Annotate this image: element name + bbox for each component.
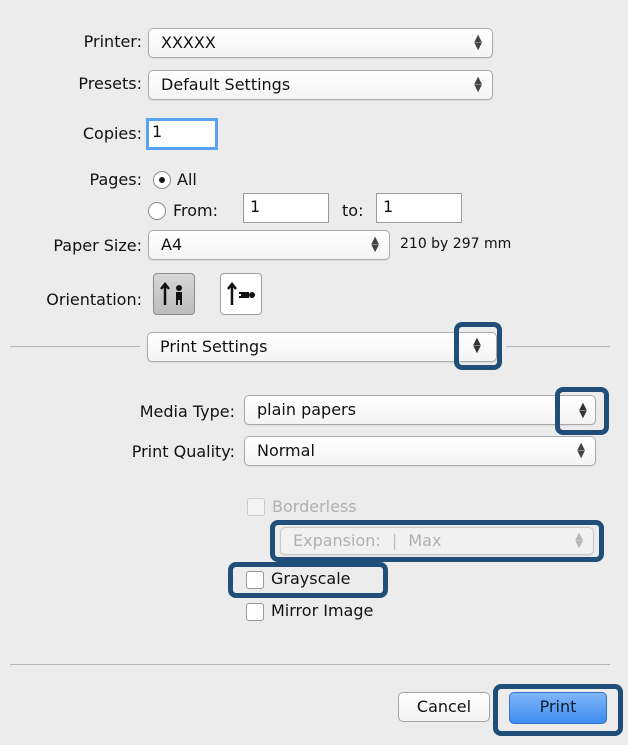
pages-label: Pages: [89, 170, 142, 189]
updown-arrows-icon[interactable]: ▲ ▼ [572, 402, 594, 421]
portrait-icon [160, 281, 182, 305]
paper-size-dimensions: 210 by 297 mm [400, 236, 512, 252]
orientation-label: Orientation: [46, 290, 142, 309]
section-menu-value: Print Settings [160, 337, 268, 356]
paper-size-label: Paper Size: [53, 236, 142, 255]
section-divider-right [506, 346, 610, 347]
orientation-landscape-button[interactable] [220, 273, 262, 315]
updown-arrows-icon: ▲ ▼ [577, 441, 585, 460]
presets-popup[interactable]: Default Settings ▲ ▼ [148, 70, 493, 100]
section-divider-left [10, 346, 140, 347]
pages-to-field[interactable]: 1 [376, 193, 462, 223]
presets-label: Presets: [78, 74, 142, 93]
updown-arrows-icon[interactable]: ▲ ▼ [466, 337, 488, 356]
expansion-label: Expansion: [293, 531, 381, 550]
media-type-value: plain papers [257, 400, 356, 419]
copies-field[interactable]: 1 [146, 118, 218, 150]
pages-from-radio[interactable] [148, 202, 166, 220]
media-type-popup[interactable]: plain papers [244, 395, 596, 425]
media-type-label: Media Type: [139, 402, 235, 421]
pages-from-field[interactable]: 1 [243, 193, 329, 223]
cancel-button[interactable]: Cancel [398, 692, 490, 722]
pages-from-label: From: [173, 201, 219, 220]
print-quality-value: Normal [257, 441, 315, 460]
grayscale-checkbox[interactable] [246, 571, 264, 589]
updown-arrows-icon: ▲ ▼ [474, 75, 482, 94]
pages-to-label: to: [342, 201, 364, 220]
expansion-value: Max [408, 531, 442, 550]
orientation-portrait-button[interactable] [153, 273, 195, 315]
expansion-divider: | [391, 531, 398, 550]
printer-label: Printer: [83, 32, 142, 51]
grayscale-label: Grayscale [271, 569, 351, 588]
print-quality-popup[interactable]: Normal ▲ ▼ [244, 436, 596, 466]
borderless-checkbox[interactable] [247, 498, 265, 516]
paper-size-popup[interactable]: A4 ▲ ▼ [148, 230, 390, 260]
mirror-image-label: Mirror Image [271, 601, 374, 620]
expansion-popup[interactable]: Expansion: | Max ▲ ▼ [280, 527, 594, 555]
print-button[interactable]: Print [509, 692, 607, 724]
print-quality-label: Print Quality: [131, 442, 235, 461]
updown-arrows-icon: ▲ ▼ [575, 531, 583, 550]
presets-value: Default Settings [161, 75, 291, 94]
paper-size-value: A4 [161, 235, 183, 254]
pages-all-label: All [177, 170, 197, 189]
printer-popup[interactable]: XXXXX ▲ ▼ [148, 28, 493, 58]
borderless-label: Borderless [272, 497, 357, 516]
printer-value: XXXXX [161, 33, 216, 52]
section-menu-popup[interactable]: Print Settings [147, 332, 497, 362]
landscape-icon [227, 281, 255, 305]
bottom-divider [10, 664, 610, 665]
copies-label: Copies: [82, 124, 142, 143]
updown-arrows-icon: ▲ ▼ [371, 235, 379, 254]
updown-arrows-icon: ▲ ▼ [474, 33, 482, 52]
mirror-image-checkbox[interactable] [246, 603, 264, 621]
pages-all-radio[interactable] [153, 171, 171, 189]
